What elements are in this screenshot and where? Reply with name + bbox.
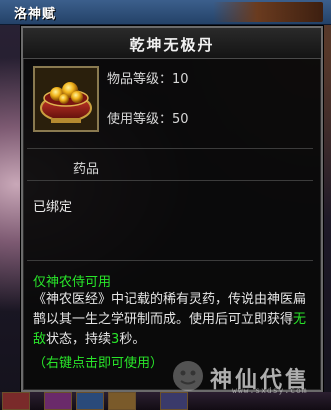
item-type: 药品 — [73, 162, 100, 177]
top-decoration — [213, 2, 323, 22]
description-text: 秒。 — [119, 332, 146, 347]
elixir-bowl-graphic — [35, 68, 97, 130]
red-elixir-bowl-icon — [33, 66, 99, 132]
window-title: 洛神赋 — [14, 7, 57, 22]
top-bar: 洛神赋 — [0, 0, 331, 25]
hotbar-slot[interactable] — [2, 392, 30, 410]
item-tooltip: 乾坤无极丹 物品等级：10 使用等级：50 药品 已绑定 仅神农侍可用 《神农医… — [21, 26, 323, 392]
tooltip-header: 乾坤无极丹 — [23, 28, 321, 59]
game-scene: 洛神赋 乾坤无极丹 物品等级：10 使用等级：50 药品 已绑定 仅神农侍可用 … — [0, 0, 331, 410]
divider — [27, 260, 313, 261]
item-level: 物品等级：10 — [107, 72, 189, 87]
usage-hint: （右键点击即可使用） — [33, 356, 164, 371]
hotbar-slot[interactable] — [108, 392, 136, 410]
class-requirement: 仅神农侍可用 — [33, 275, 112, 290]
description-text: 《神农医经》中记载的稀有灵药，传说由神医扁鹊以其一生之学研制而成。使用后可立即获… — [33, 292, 307, 327]
divider — [27, 148, 313, 149]
divider — [27, 180, 313, 181]
item-description: 《神农医经》中记载的稀有灵药，传说由神医扁鹊以其一生之学研制而成。使用后可立即获… — [33, 290, 315, 350]
use-level: 使用等级：50 — [107, 112, 189, 127]
item-name: 乾坤无极丹 — [129, 36, 215, 54]
watermark: 神仙代售 www.sxdsy.com — [168, 356, 328, 396]
watermark-logo-icon — [173, 361, 203, 391]
watermark-url: www.sxdsy.com — [232, 386, 308, 395]
description-text: 状态，持续 — [46, 332, 112, 347]
hotbar-slot[interactable] — [44, 392, 72, 410]
bind-status: 已绑定 — [33, 200, 73, 215]
hotbar-slot[interactable] — [76, 392, 104, 410]
